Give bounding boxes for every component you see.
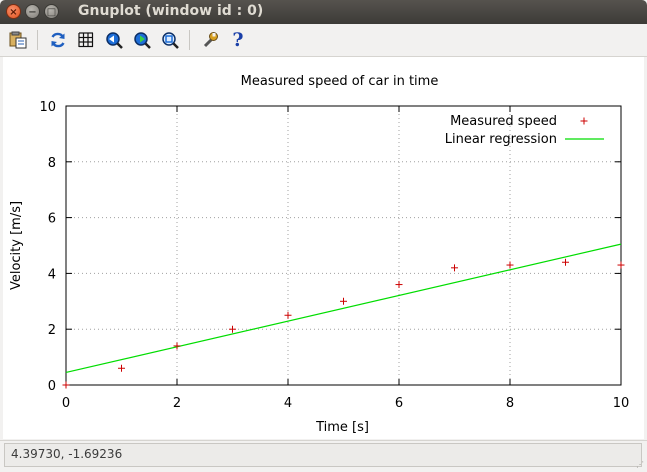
chart-title: Measured speed of car in time <box>241 74 439 89</box>
close-window-button[interactable]: × <box>6 4 21 19</box>
wrench-icon <box>203 32 218 48</box>
data-point <box>506 261 514 269</box>
toggle-grid-button[interactable] <box>75 29 97 51</box>
replot-button[interactable] <box>47 29 69 51</box>
next-zoom-button[interactable] <box>131 29 153 51</box>
zoom-fit-icon <box>162 32 179 49</box>
autoscale-button[interactable] <box>159 29 181 51</box>
refresh-icon <box>51 32 65 48</box>
minimize-window-button[interactable]: − <box>25 4 40 19</box>
data-point <box>62 381 70 389</box>
data-point <box>229 325 236 333</box>
y-tick-label: 8 <box>48 156 56 171</box>
x-tick-label: 2 <box>173 396 181 411</box>
x-tick-label: 4 <box>284 396 292 411</box>
maximize-window-button[interactable]: □ <box>44 4 59 19</box>
plot-border <box>65 105 622 386</box>
help-button[interactable]: ? <box>227 29 249 51</box>
zoom-next-icon <box>134 32 151 49</box>
x-axis-label: Time [s] <box>315 420 369 435</box>
toolbar: ? <box>0 24 647 57</box>
x-tick-label: 8 <box>506 396 514 411</box>
data-point <box>173 342 181 350</box>
status-bar: 4.39730, -1.69236 ⋰ <box>0 440 647 472</box>
data-point <box>340 297 347 305</box>
data-point <box>562 258 569 266</box>
data-point <box>395 281 403 289</box>
previous-zoom-button[interactable] <box>103 29 125 51</box>
clipboard-icon <box>9 31 27 49</box>
toolbar-separator <box>37 30 38 50</box>
legend-label-linear-regression: Linear regression <box>445 132 557 147</box>
toolbar-separator <box>189 30 190 50</box>
title-bar[interactable]: × − □ Gnuplot (window id : 0) <box>0 0 647 24</box>
data-point <box>451 264 458 272</box>
legend-marker-point <box>580 117 588 125</box>
y-tick-label: 10 <box>39 100 56 115</box>
mouse-coordinates: 4.39730, -1.69236 <box>11 447 123 461</box>
x-tick-label: 0 <box>62 396 70 411</box>
data-point <box>617 261 625 269</box>
x-tick-label: 6 <box>395 396 403 411</box>
zoom-previous-icon <box>106 32 123 49</box>
grid-icon <box>78 32 94 48</box>
data-point <box>284 311 292 319</box>
legend-label-measured-speed: Measured speed <box>450 114 557 129</box>
y-tick-label: 6 <box>48 212 56 227</box>
y-tick-label: 0 <box>48 379 56 394</box>
window-title: Gnuplot (window id : 0) <box>78 3 264 19</box>
x-tick-label: 10 <box>613 396 630 411</box>
copy-to-clipboard-button[interactable] <box>7 29 29 51</box>
status-field: 4.39730, -1.69236 <box>4 443 642 467</box>
y-tick-label: 4 <box>48 267 56 282</box>
y-tick-label: 2 <box>48 323 56 338</box>
plot-canvas[interactable]: 0 2 4 6 8 10 0 2 4 6 8 10 Measured speed of car in t… <box>3 57 644 439</box>
help-icon: ? <box>232 29 244 51</box>
regression-line <box>65 243 622 374</box>
y-axis-label: Velocity [m/s] <box>9 201 24 290</box>
preferences-button[interactable] <box>199 29 221 51</box>
resize-grip-icon[interactable]: ⋰ <box>636 461 644 469</box>
data-point <box>118 364 125 372</box>
chart: 0 2 4 6 8 10 0 2 4 6 8 10 Measured speed of car in t… <box>9 74 630 435</box>
